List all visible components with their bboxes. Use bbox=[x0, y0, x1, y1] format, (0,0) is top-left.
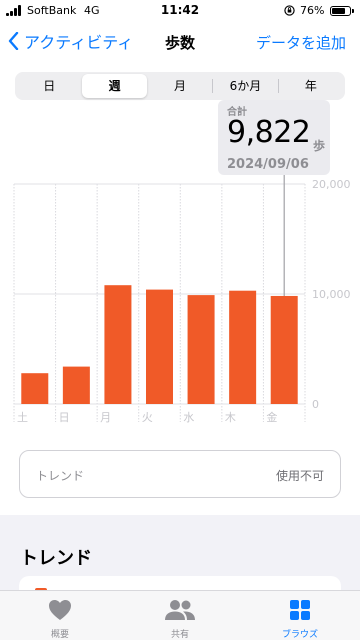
tooltip-value: 9,822 bbox=[227, 115, 311, 150]
trend-card-status: 使用不可 bbox=[275, 469, 324, 483]
battery-icon bbox=[330, 6, 354, 16]
bar-2 bbox=[104, 285, 132, 404]
add-data-button[interactable]: データを追加 bbox=[256, 32, 346, 53]
bar-6 bbox=[270, 295, 298, 404]
tab-bar: 概要 共有 ブラウズ bbox=[0, 590, 360, 640]
tab-browse[interactable]: ブラウズ bbox=[240, 591, 360, 640]
y-tick-label: 0 bbox=[312, 398, 319, 411]
x-tick-label: 日 bbox=[59, 411, 70, 424]
y-tick-label: 10,000 bbox=[312, 288, 351, 301]
grid-icon bbox=[290, 600, 310, 620]
trends-section-heading: トレンド bbox=[20, 548, 92, 569]
navigation-bar: アクティビティ 歩数 データを追加 bbox=[0, 22, 360, 60]
bar-3 bbox=[146, 289, 173, 404]
tooltip-date: 2024/09/06 bbox=[227, 157, 309, 172]
segment-day[interactable]: 日 bbox=[17, 74, 81, 98]
selection-tooltip: 合計 9,822 歩 2024/09/06 bbox=[218, 100, 330, 175]
bar-4 bbox=[187, 295, 215, 404]
segment-6-months[interactable]: 6か月 bbox=[213, 74, 277, 98]
segment-month[interactable]: 月 bbox=[148, 74, 212, 98]
trend-card[interactable]: トレンド 使用不可 bbox=[19, 450, 341, 498]
y-tick-label: 20,000 bbox=[312, 178, 351, 191]
status-bar: SoftBank 4G 11:42 76% bbox=[0, 0, 360, 22]
x-tick-label: 水 bbox=[183, 411, 194, 424]
bar-1 bbox=[62, 366, 90, 404]
segment-year[interactable]: 年 bbox=[279, 74, 343, 98]
tab-label: ブラウズ bbox=[281, 630, 318, 640]
x-tick-label: 土 bbox=[17, 411, 28, 424]
x-tick-label: 月 bbox=[100, 411, 111, 424]
rotation-lock-icon bbox=[284, 5, 295, 16]
trend-card-label: トレンド bbox=[36, 469, 85, 483]
tab-label: 概要 bbox=[50, 630, 69, 640]
x-tick-label: 火 bbox=[142, 411, 153, 424]
people-icon bbox=[165, 600, 195, 620]
tab-summary[interactable]: 概要 bbox=[0, 591, 120, 640]
bar-5 bbox=[229, 290, 257, 404]
battery-percent: 76% bbox=[300, 4, 325, 17]
tooltip-unit: 歩 bbox=[313, 139, 326, 153]
tab-sharing[interactable]: 共有 bbox=[120, 591, 240, 640]
x-tick-label: 金 bbox=[266, 410, 277, 424]
x-tick-label: 木 bbox=[225, 411, 236, 424]
time-range-selector: 日 週 月 6か月 年 bbox=[15, 72, 345, 100]
bar-0 bbox=[21, 373, 49, 404]
heart-icon bbox=[49, 600, 71, 620]
tab-label: 共有 bbox=[170, 630, 189, 640]
main-content: 日 週 月 6か月 年 0 10,000 20,000 土日月火水木金 合計 9,82… bbox=[0, 60, 360, 515]
segment-week[interactable]: 週 bbox=[82, 74, 147, 98]
